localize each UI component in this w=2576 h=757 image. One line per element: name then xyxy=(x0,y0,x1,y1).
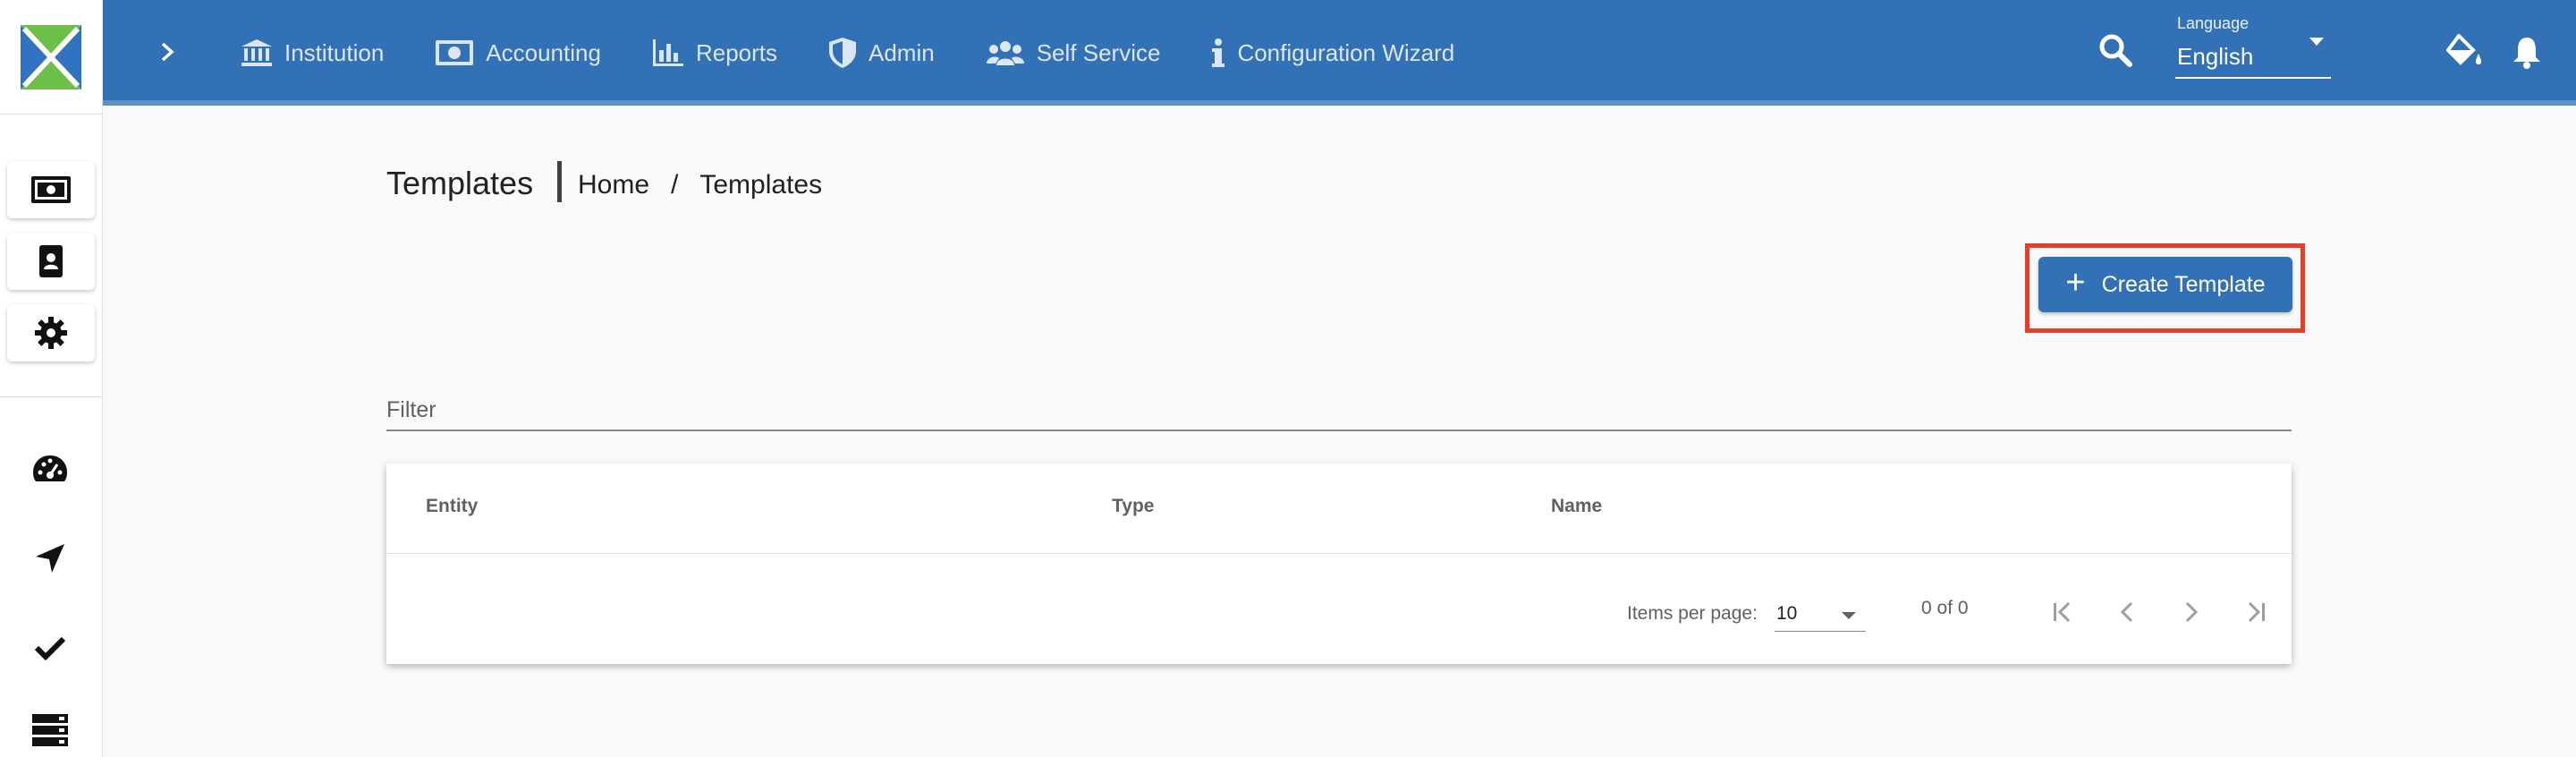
sidebar-card-contact[interactable] xyxy=(7,233,95,290)
language-select[interactable]: Language English xyxy=(2175,11,2430,81)
plus-icon: + xyxy=(2065,264,2086,302)
dashboard-icon[interactable] xyxy=(25,444,75,494)
breadcrumb-separator: / xyxy=(671,170,679,200)
breadcrumb: Home / Templates xyxy=(578,170,822,200)
first-page-icon[interactable] xyxy=(2043,592,2082,632)
nav-label: Self Service xyxy=(1036,38,1161,66)
nav-label: Admin xyxy=(869,38,935,66)
left-sidebar xyxy=(0,115,103,757)
items-per-page-value: 10 xyxy=(1776,603,1798,624)
nav-self-service[interactable]: Self Service xyxy=(986,38,1161,67)
nav-label: Institution xyxy=(284,38,385,66)
column-header-entity[interactable]: Entity xyxy=(426,496,478,517)
nav-admin[interactable]: Admin xyxy=(829,38,935,68)
main-nav: Institution Accounting Reports Admin Sel… xyxy=(242,0,1506,106)
chevron-down-icon xyxy=(1842,612,1856,619)
nav-institution[interactable]: Institution xyxy=(242,39,384,67)
create-template-label: Create Template xyxy=(2101,271,2266,297)
column-header-type[interactable]: Type xyxy=(1112,496,1154,517)
create-template-button[interactable]: + Create Template xyxy=(2038,257,2292,312)
language-value: English xyxy=(2177,43,2254,70)
column-header-name[interactable]: Name xyxy=(1551,496,1602,517)
search-icon[interactable] xyxy=(2097,32,2137,72)
info-icon xyxy=(1212,38,1225,67)
sidebar-card-accounting[interactable] xyxy=(7,161,95,218)
top-toolbar: Institution Accounting Reports Admin Sel… xyxy=(103,0,2576,106)
check-icon[interactable] xyxy=(25,623,75,673)
breadcrumb-home[interactable]: Home xyxy=(578,170,649,200)
items-per-page-label: Items per page: xyxy=(1627,603,1758,624)
theme-paint-bucket-icon[interactable] xyxy=(2445,32,2486,73)
nav-label: Reports xyxy=(695,38,777,66)
paginator-range: 0 of 0 xyxy=(1921,598,1969,618)
nav-configuration-wizard[interactable]: Configuration Wizard xyxy=(1212,38,1454,67)
institution-icon xyxy=(242,39,272,66)
money-icon xyxy=(31,176,71,203)
nav-reports[interactable]: Reports xyxy=(652,38,777,67)
title-divider xyxy=(557,161,562,202)
server-icon[interactable] xyxy=(25,705,75,755)
money-icon xyxy=(436,40,474,65)
chevron-down-icon xyxy=(2309,38,2324,46)
nav-label: Accounting xyxy=(486,38,601,66)
users-icon xyxy=(986,41,1024,65)
shield-icon xyxy=(829,38,856,68)
bar-chart-icon xyxy=(652,39,683,66)
nav-accounting[interactable]: Accounting xyxy=(436,39,601,67)
app-logo-icon xyxy=(21,24,81,89)
language-caption: Language xyxy=(2177,14,2250,32)
contact-card-icon xyxy=(39,245,63,277)
items-per-page-select[interactable]: 10 xyxy=(1775,594,1866,632)
templates-table: Entity Type Name Items per page: 10 0 of… xyxy=(386,464,2292,664)
previous-page-icon[interactable] xyxy=(2107,592,2147,632)
filter-input[interactable] xyxy=(386,385,2292,431)
page-title: Templates xyxy=(386,165,534,201)
gear-icon xyxy=(35,317,67,349)
breadcrumb-current: Templates xyxy=(699,170,823,200)
nav-label: Configuration Wizard xyxy=(1237,38,1455,66)
last-page-icon[interactable] xyxy=(2236,592,2275,632)
sidebar-toggle-chevron-icon[interactable] xyxy=(149,34,185,70)
sidebar-card-settings[interactable] xyxy=(7,304,95,361)
next-page-icon[interactable] xyxy=(2172,592,2211,632)
navigation-arrow-icon[interactable] xyxy=(25,533,75,583)
notifications-bell-icon[interactable] xyxy=(2511,34,2550,73)
app-logo[interactable] xyxy=(0,0,103,115)
